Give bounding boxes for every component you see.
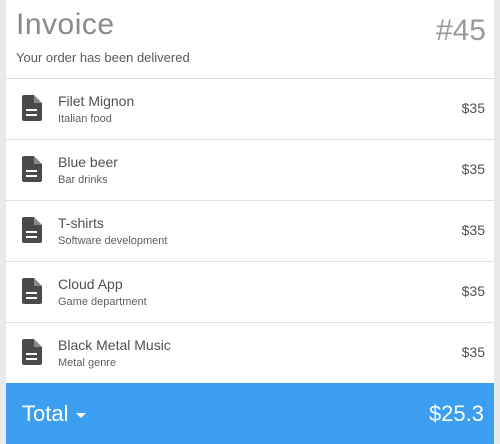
item-price: $35 [461,161,485,177]
caret-down-icon [76,412,87,418]
invoice-number: #45 [435,14,486,47]
invoice-item[interactable]: Blue beer Bar drinks $35 [6,140,494,201]
item-category: Metal genre [58,357,117,369]
invoice-item-list: Filet Mignon Italian food $35 Blue beer … [6,79,494,383]
invoice-subtitle: Your order has been delivered [16,50,190,65]
item-name: Blue beer [58,154,118,170]
item-name: T-shirts [58,215,104,231]
item-name: Cloud App [58,276,123,292]
invoice-card: Invoice Your order has been delivered #4… [6,0,494,444]
item-price: $35 [461,100,485,116]
item-name: Filet Mignon [58,93,135,109]
item-category: Software development [58,235,168,247]
item-price: $35 [461,283,485,299]
item-name: Black Metal Music [58,337,171,353]
document-icon [22,156,42,182]
item-category: Italian food [58,113,112,125]
item-category: Game department [58,296,147,308]
item-category: Bar drinks [58,174,108,186]
total-bar: Total $25.3 [6,383,494,444]
item-price: $35 [461,344,485,360]
document-icon [22,278,42,304]
invoice-item[interactable]: T-shirts Software development $35 [6,201,494,262]
invoice-header: Invoice Your order has been delivered #4… [6,0,494,79]
document-icon [22,217,42,243]
invoice-title: Invoice [16,8,115,41]
document-icon [22,95,42,121]
total-amount: $25.3 [428,401,484,426]
invoice-item[interactable]: Filet Mignon Italian food $35 [6,79,494,140]
total-label: Total [22,401,69,426]
invoice-item[interactable]: Black Metal Music Metal genre $35 [6,323,494,383]
item-price: $35 [461,222,485,238]
total-dropdown-toggle[interactable]: Total [22,401,87,427]
document-icon [22,339,42,365]
invoice-item[interactable]: Cloud App Game department $35 [6,262,494,323]
